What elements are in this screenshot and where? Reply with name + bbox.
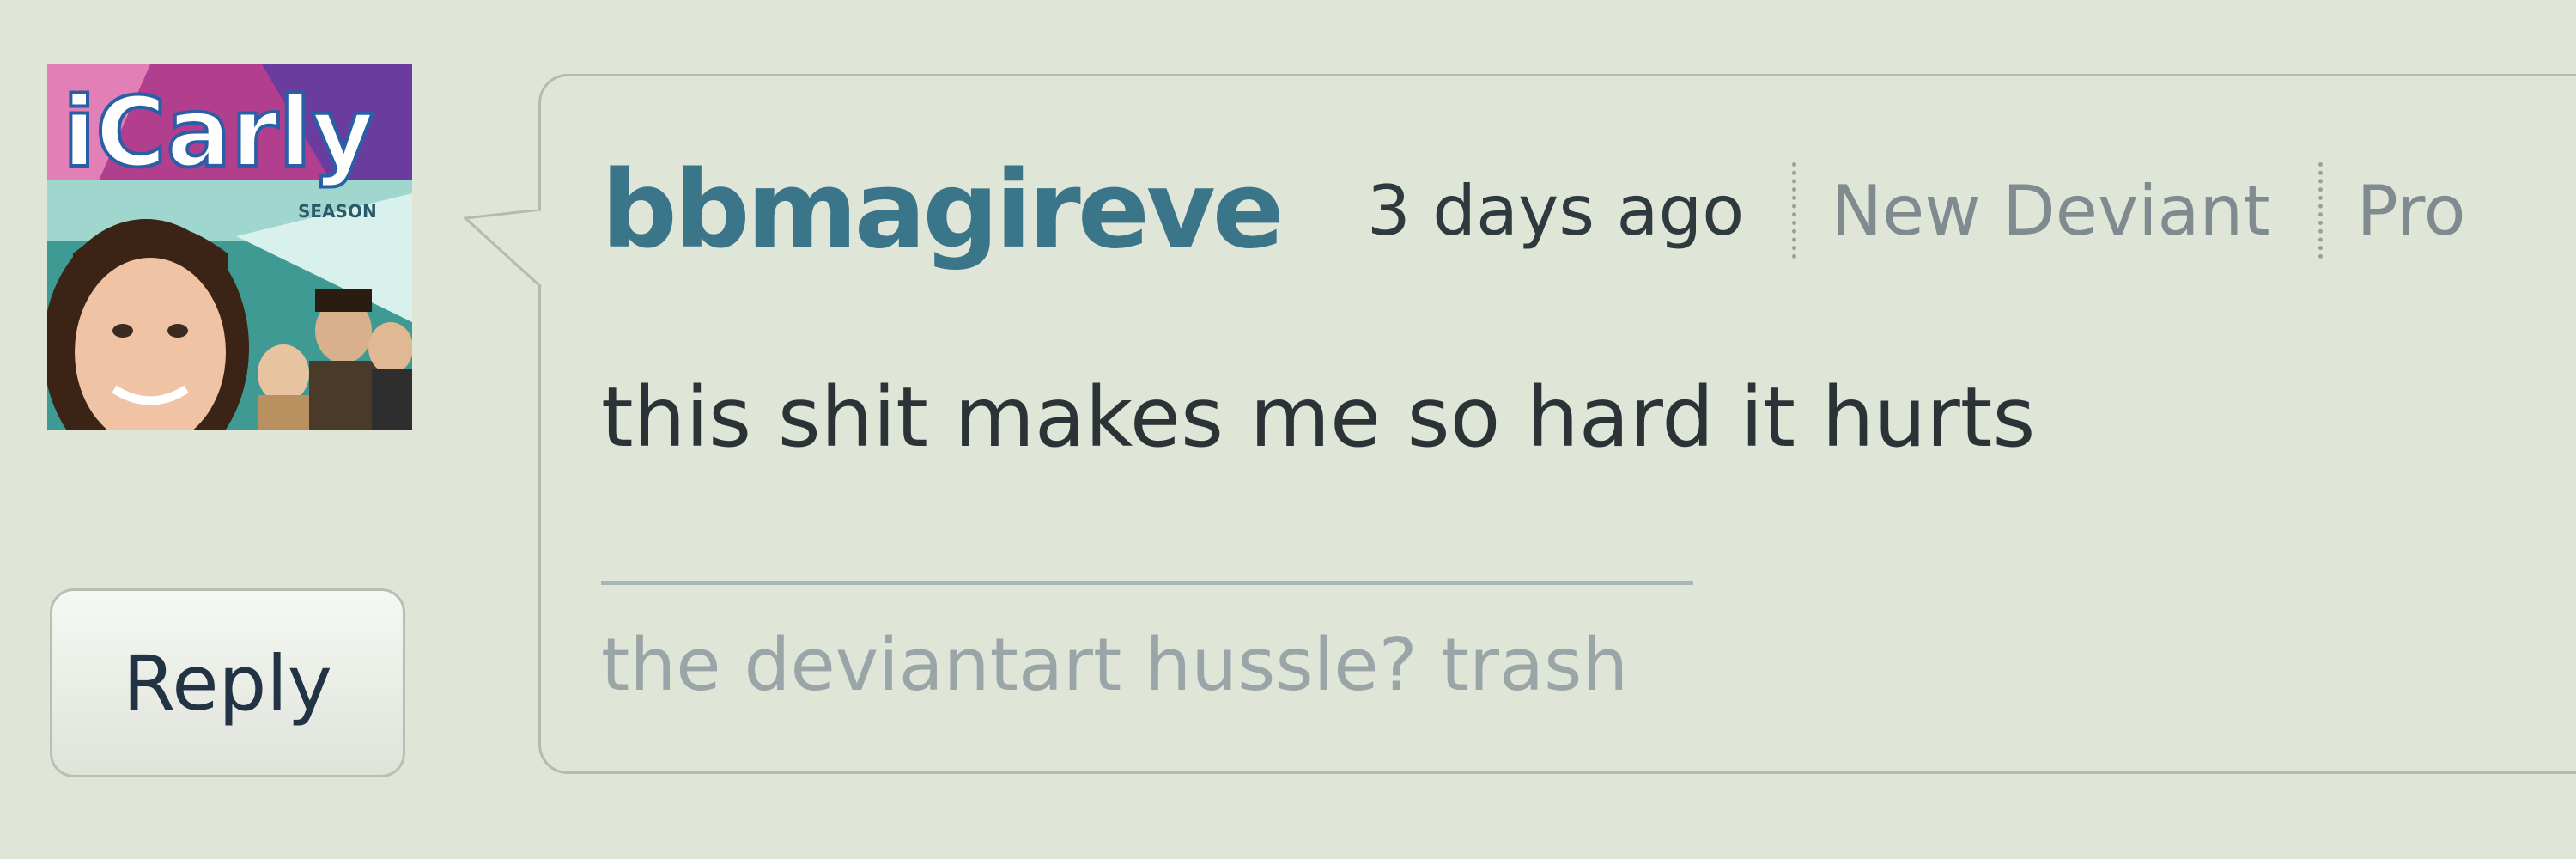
signature-divider [601, 581, 1693, 585]
header-separator [2318, 162, 2323, 259]
avatar-season-text: SEASON [298, 201, 377, 222]
comment-timestamp[interactable]: 3 days ago [1367, 171, 1744, 251]
bubble-pointer [464, 210, 543, 289]
user-badge-pro: Pro [2356, 170, 2466, 251]
user-avatar[interactable]: iCarly SEASON [47, 64, 412, 430]
username-link[interactable]: bbmagireve [601, 149, 1285, 272]
avatar-logo-text: iCarly [63, 77, 374, 189]
user-avatar-icon: iCarly SEASON [47, 64, 412, 430]
reply-button[interactable]: Reply [50, 588, 405, 777]
user-badge-new-deviant: New Deviant [1831, 170, 2270, 251]
user-signature: the deviantart hussle? trash [601, 623, 1629, 708]
header-separator [1792, 162, 1797, 259]
comment-header: bbmagireve 3 days ago New Deviant Pro [601, 146, 2466, 275]
comment-text: this shit makes me so hard it hurts [601, 369, 2036, 466]
